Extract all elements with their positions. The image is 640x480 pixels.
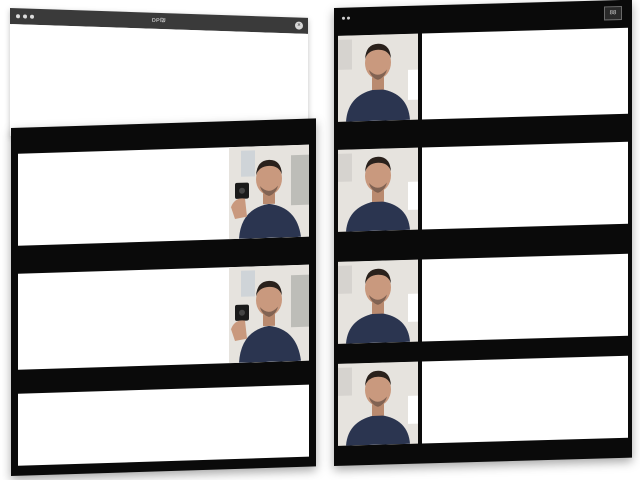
participant-content (422, 141, 628, 230)
participant-video[interactable] (229, 144, 309, 240)
participant-content (422, 253, 628, 342)
participant-content (422, 27, 628, 120)
person-silhouette (338, 147, 418, 232)
menu-icon[interactable] (342, 16, 352, 23)
participant-video[interactable] (338, 147, 418, 232)
participant-row[interactable] (18, 264, 309, 370)
person-silhouette (338, 33, 418, 122)
participant-row[interactable] (18, 144, 309, 246)
participant-row[interactable] (338, 253, 628, 344)
participant-content (422, 355, 628, 444)
grid-view-button[interactable]: 88 (604, 5, 622, 21)
dot-icon[interactable] (30, 14, 34, 19)
participant-row[interactable] (338, 27, 628, 122)
participant-video[interactable] (229, 264, 309, 364)
right-video-panel: 88 (334, 0, 632, 466)
person-silhouette (229, 264, 309, 364)
window-title: ᴅᴘ₪ (151, 16, 167, 25)
participant-row[interactable] (18, 384, 309, 466)
dot-icon[interactable] (23, 14, 27, 19)
participant-video[interactable] (338, 361, 418, 446)
screenshot-stage: ᴅᴘ₪ × 88 (0, 0, 640, 480)
participant-row[interactable] (338, 141, 628, 232)
person-silhouette (338, 361, 418, 446)
window-controls[interactable] (16, 14, 34, 19)
person-silhouette (338, 259, 418, 344)
dot-icon[interactable] (16, 14, 20, 19)
participant-video[interactable] (338, 33, 418, 122)
left-video-panel (11, 118, 316, 477)
close-icon[interactable]: × (295, 21, 303, 30)
participant-row[interactable] (338, 355, 628, 446)
participant-video[interactable] (338, 259, 418, 344)
person-silhouette (229, 144, 309, 240)
